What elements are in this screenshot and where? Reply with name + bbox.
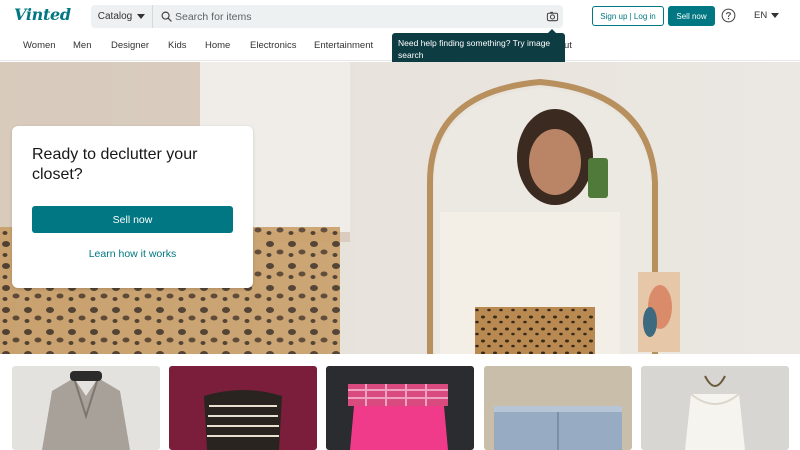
- language-label: EN: [754, 10, 768, 21]
- chevron-down-icon: [771, 13, 780, 18]
- nav-item-men[interactable]: Men: [73, 40, 91, 51]
- catalog-dropdown[interactable]: Catalog: [91, 5, 153, 28]
- hero-title: Ready to declutter your closet?: [32, 146, 198, 183]
- nav-item-home[interactable]: Home: [205, 40, 230, 51]
- language-selector[interactable]: EN: [754, 10, 780, 21]
- hero-card: Ready to declutter your closet? Sell now…: [12, 126, 253, 288]
- striped-top-photo[interactable]: [169, 366, 317, 450]
- nav-item-designer[interactable]: Designer: [111, 40, 149, 51]
- item-feed: [0, 354, 800, 450]
- sell-now-header-button[interactable]: Sell now: [668, 6, 715, 26]
- sell-now-button[interactable]: Sell now: [32, 206, 233, 233]
- white-lace-top-photo[interactable]: [641, 366, 789, 450]
- grey-coat-photo[interactable]: [12, 366, 160, 450]
- pink-plaid-skirt-photo[interactable]: [326, 366, 474, 450]
- nav-item-kids[interactable]: Kids: [168, 40, 186, 51]
- vinted-logo[interactable]: Vinted: [14, 5, 71, 24]
- chevron-down-icon: [137, 14, 146, 19]
- hero-banner: Ready to declutter your closet? Sell now…: [0, 62, 800, 354]
- learn-how-link[interactable]: Learn how it works: [32, 248, 233, 262]
- search-bar: Catalog: [91, 5, 563, 28]
- signup-login-button[interactable]: Sign up | Log in: [592, 6, 664, 26]
- nav-item-electronics[interactable]: Electronics: [250, 40, 296, 51]
- camera-icon[interactable]: [546, 10, 559, 23]
- search-input[interactable]: [175, 5, 525, 28]
- nav-item-entertainment[interactable]: Entertainment: [314, 40, 373, 51]
- nav-item-about[interactable]: ut: [564, 40, 572, 51]
- denim-jeans-photo[interactable]: [484, 366, 632, 450]
- nav-item-women[interactable]: Women: [23, 40, 56, 51]
- catalog-label: Catalog: [97, 11, 133, 22]
- header: Vinted Catalog Sign up | Log in Sell now…: [0, 0, 800, 32]
- search-icon: [161, 11, 172, 22]
- help-icon[interactable]: [721, 8, 736, 23]
